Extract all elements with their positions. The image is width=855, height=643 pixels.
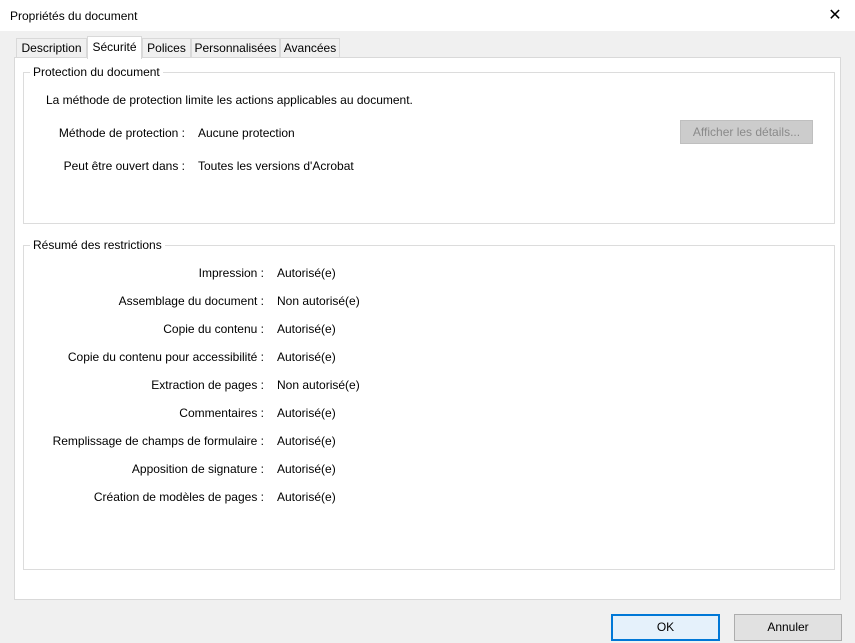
restriction-label: Assemblage du document : <box>118 294 264 308</box>
open-in-value: Toutes les versions d'Acrobat <box>198 159 354 173</box>
restriction-label: Remplissage de champs de formulaire : <box>52 434 264 448</box>
show-details-button[interactable]: Afficher les détails... <box>680 120 813 144</box>
tab-avancees[interactable]: Avancées <box>280 38 340 57</box>
restriction-label: Apposition de signature : <box>131 462 264 476</box>
window-title: Propriétés du document <box>10 9 138 23</box>
restriction-label: Extraction de pages : <box>151 378 264 392</box>
protection-method-label: Méthode de protection : <box>58 126 185 140</box>
restriction-value: Autorisé(e) <box>277 462 336 476</box>
document-protection-title: Protection du document <box>30 65 163 79</box>
restriction-value: Autorisé(e) <box>277 490 336 504</box>
ok-button[interactable]: OK <box>611 614 720 641</box>
restriction-value: Autorisé(e) <box>277 406 336 420</box>
restriction-value: Autorisé(e) <box>277 322 336 336</box>
restriction-label: Création de modèles de pages : <box>93 490 264 504</box>
restriction-value: Autorisé(e) <box>277 434 336 448</box>
restriction-label: Commentaires : <box>179 406 264 420</box>
restrictions-summary-title: Résumé des restrictions <box>30 238 165 252</box>
restriction-value: Autorisé(e) <box>277 266 336 280</box>
protection-method-value: Aucune protection <box>198 126 295 140</box>
open-in-label: Peut être ouvert dans : <box>63 159 185 173</box>
restriction-value: Non autorisé(e) <box>277 294 360 308</box>
tab-description[interactable]: Description <box>16 38 87 57</box>
restriction-label: Impression : <box>198 266 264 280</box>
cancel-button[interactable]: Annuler <box>734 614 842 641</box>
title-bar: Propriétés du document ✕ <box>0 0 855 31</box>
protection-description: La méthode de protection limite les acti… <box>46 93 413 107</box>
tab-securite[interactable]: Sécurité <box>87 36 142 59</box>
document-protection-group: Protection du document La méthode de pro… <box>23 65 835 224</box>
restriction-value: Autorisé(e) <box>277 350 336 364</box>
restriction-value: Non autorisé(e) <box>277 378 360 392</box>
restrictions-summary-group: Résumé des restrictions Impression : Aut… <box>23 238 835 570</box>
tab-polices[interactable]: Polices <box>142 38 191 57</box>
restriction-label: Copie du contenu pour accessibilité : <box>67 350 264 364</box>
security-tab-panel: Protection du document La méthode de pro… <box>14 57 841 600</box>
restriction-label: Copie du contenu : <box>163 322 264 336</box>
tab-personnalisees[interactable]: Personnalisées <box>191 38 280 57</box>
close-icon[interactable]: ✕ <box>815 0 855 31</box>
